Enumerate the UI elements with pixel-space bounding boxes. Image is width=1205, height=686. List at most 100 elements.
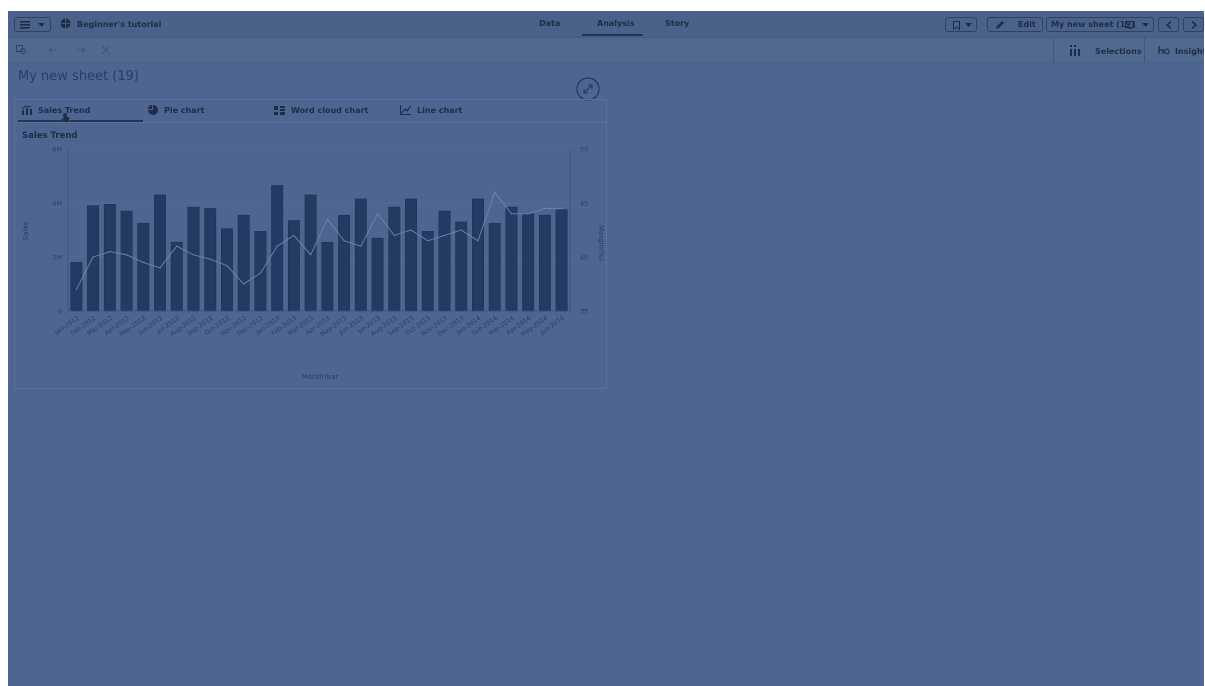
clear-selections-icon[interactable] [101, 45, 111, 55]
toolbar-divider [1053, 38, 1054, 62]
y2-axis-label: Margin(%) [597, 225, 605, 261]
bar [455, 221, 468, 312]
combo-chart-icon [22, 105, 32, 115]
tab-analysis[interactable]: Analysis [597, 19, 635, 28]
y-tick-label: 0 [58, 308, 62, 316]
margin-point [109, 251, 111, 253]
margin-point [276, 245, 278, 247]
margin-point [343, 240, 345, 242]
pencil-icon [996, 21, 1004, 29]
app-title[interactable]: Beginner's tutorial [77, 20, 161, 29]
tab-row-divider [18, 122, 606, 123]
margin-point [125, 254, 128, 256]
selections-button[interactable]: Selections [1095, 47, 1142, 56]
top-navigation-bar: Beginner's tutorial Data Analysis Story … [8, 11, 1204, 38]
margin-point [259, 272, 262, 274]
sheet-selector[interactable]: My new sheet (19) [1046, 17, 1154, 32]
selections-icon [1070, 45, 1080, 56]
margin-point [360, 245, 362, 247]
bar [321, 241, 334, 312]
container-tab-label: Line chart [417, 105, 463, 115]
margin-point [477, 240, 479, 242]
hamburger-icon [20, 21, 30, 29]
y-tick-label: 2M [52, 254, 62, 262]
margin-point [209, 258, 211, 260]
bar [103, 204, 116, 312]
container-tab-sales-trend[interactable]: Sales Trend [22, 103, 90, 117]
bar [187, 206, 200, 312]
next-sheet-button[interactable] [1183, 17, 1204, 32]
margin-point [92, 256, 94, 258]
margin-point [561, 207, 563, 209]
margin-point [142, 261, 144, 263]
bar [120, 210, 133, 312]
app-window: Beginner's tutorial Data Analysis Story … [8, 11, 1204, 686]
bar [237, 214, 250, 312]
margin-point [293, 234, 295, 236]
container-tab-label: Pie chart [164, 105, 205, 115]
y2-tick-label: 50 [580, 146, 588, 154]
bar [338, 214, 351, 312]
chevron-down-icon [965, 23, 972, 27]
smart-search-icon[interactable] [16, 45, 27, 55]
y2-tick-label: 45 [580, 200, 588, 208]
y-tick-label: 4M [52, 200, 62, 208]
bar [488, 223, 501, 312]
margin-point [226, 265, 228, 267]
insights-icon [1158, 46, 1170, 55]
bar [438, 210, 451, 312]
container-tab-line-chart[interactable]: Line chart [400, 103, 462, 117]
y-axis-label: Sales [22, 221, 30, 240]
bar [70, 262, 83, 312]
bar [421, 231, 434, 312]
bar [304, 194, 317, 312]
active-tab-indicator [582, 34, 643, 36]
margin-point [427, 240, 429, 242]
sheet-title: My new sheet (19) [18, 69, 139, 84]
chevron-down-icon [38, 23, 45, 27]
bar [388, 206, 401, 312]
sales-trend-chart[interactable]: Sales Trend 02M4M6M35404550Jan-2012Feb-2… [14, 125, 607, 387]
chevron-left-icon [1166, 21, 1172, 29]
pie-chart-icon [148, 105, 158, 115]
margin-point [527, 213, 529, 215]
bar [522, 213, 535, 312]
container-tab-pie-chart[interactable]: Pie chart [148, 103, 204, 117]
bar [538, 214, 551, 312]
toolbar-divider [1144, 38, 1145, 62]
margin-point [159, 267, 161, 269]
bar [354, 198, 367, 312]
chevron-down-icon [1142, 23, 1149, 27]
bookmark-icon [953, 21, 960, 30]
tab-data[interactable]: Data [539, 19, 560, 28]
globe-icon [60, 18, 71, 29]
bar [505, 206, 518, 312]
previous-sheet-button[interactable] [1158, 17, 1179, 32]
container-tab-label: Word cloud chart [291, 105, 369, 115]
edit-label: Edit [1018, 20, 1036, 29]
margin-point [176, 245, 178, 247]
margin-point [544, 207, 546, 209]
margin-point [310, 254, 312, 256]
expand-icon[interactable] [576, 77, 600, 101]
edit-sheet-button[interactable]: Edit [987, 17, 1043, 32]
step-forward-icon[interactable] [76, 46, 86, 54]
bar [287, 220, 300, 312]
margin-point [243, 283, 245, 285]
bar [170, 241, 183, 312]
y-tick-label: 6M [52, 146, 62, 154]
y2-tick-label: 40 [580, 254, 588, 262]
container-tab-word-cloud[interactable]: Word cloud chart [274, 103, 368, 117]
global-menu-button[interactable] [14, 17, 51, 32]
margin-point [393, 234, 395, 236]
insights-button[interactable]: Insights [1175, 47, 1204, 56]
x-axis-label: MonthYear [302, 373, 339, 381]
margin-point [376, 213, 379, 215]
bookmarks-button[interactable] [945, 17, 977, 32]
margin-point [494, 191, 496, 193]
line-chart-icon [400, 105, 411, 115]
chevron-right-icon [1191, 21, 1197, 29]
word-cloud-icon [274, 105, 285, 115]
tab-story[interactable]: Story [665, 19, 689, 28]
step-back-icon[interactable] [48, 46, 58, 54]
